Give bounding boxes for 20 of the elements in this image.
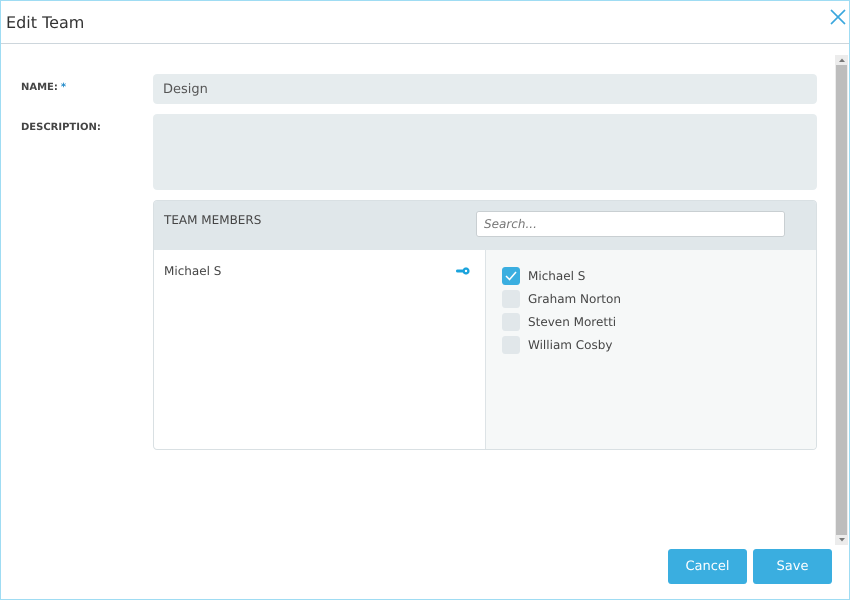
key-icon[interactable]: [456, 267, 470, 275]
candidate-name: Graham Norton: [528, 292, 621, 306]
window-title: Edit Team: [6, 12, 84, 32]
panel-title: TEAM MEMBERS: [164, 212, 262, 229]
description-field[interactable]: [153, 114, 817, 190]
scrollbar[interactable]: [835, 55, 848, 545]
checkbox[interactable]: [502, 266, 520, 284]
candidate-name: Steven Moretti: [528, 314, 616, 328]
name-field[interactable]: Design: [153, 74, 817, 104]
field-label: NAME:: [21, 82, 58, 93]
candidate-name: William Cosby: [528, 338, 612, 352]
dialog-button[interactable]: Cancel: [668, 549, 747, 584]
required-mark: *: [60, 82, 66, 93]
close-icon[interactable]: [830, 9, 846, 25]
candidate-name: Michael S: [528, 268, 586, 282]
dialog-button[interactable]: Save: [753, 549, 832, 584]
field-label: DESCRIPTION:: [21, 122, 101, 133]
check-icon: [505, 270, 517, 280]
member-name: Michael S: [164, 264, 222, 278]
search-field[interactable]: Search...: [476, 211, 785, 237]
